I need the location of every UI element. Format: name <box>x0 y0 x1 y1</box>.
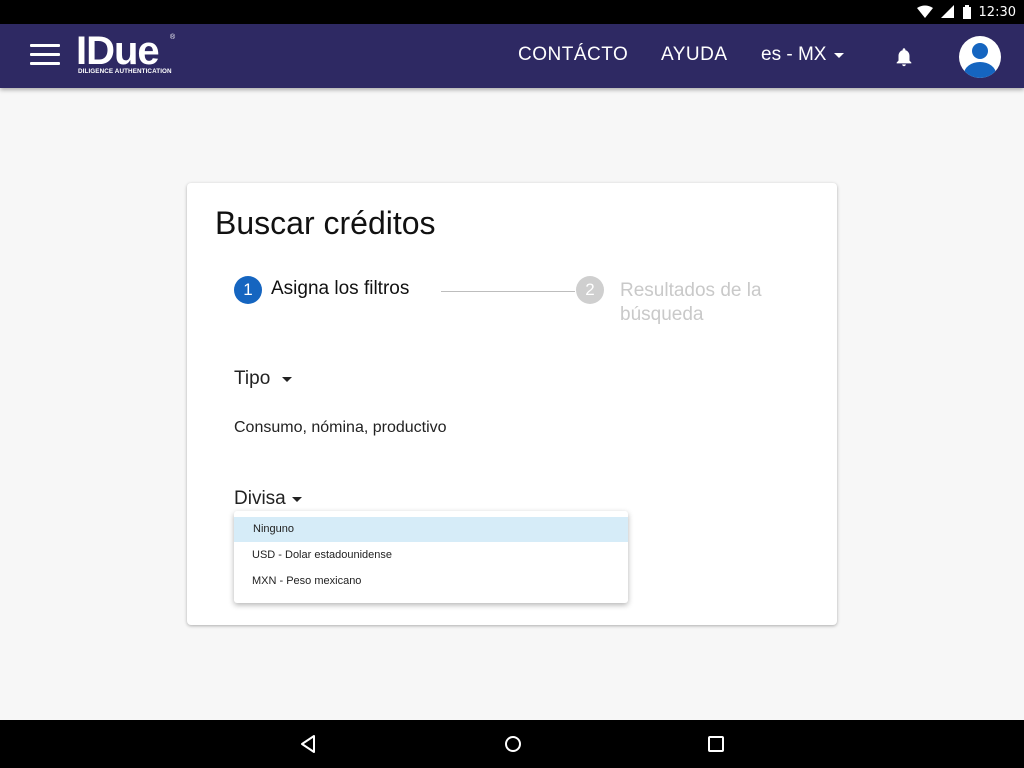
tipo-value: Consumo, nómina, productivo <box>234 419 447 436</box>
divisa-option-mxn[interactable]: MXN - Peso mexicano <box>234 569 628 594</box>
clock: 12:30 <box>978 4 1016 20</box>
recents-icon[interactable] <box>706 734 726 754</box>
logo-tagline: DILIGENCE AUTHENTICATION <box>78 68 172 75</box>
bell-icon[interactable] <box>893 46 915 68</box>
signal-icon <box>940 5 954 18</box>
status-bar: 12:30 <box>0 0 1024 24</box>
divisa-dropdown[interactable]: Divisa <box>234 488 302 510</box>
caret-down-icon <box>291 496 302 502</box>
battery-icon <box>962 5 971 19</box>
language-value: es - MX <box>761 44 827 65</box>
system-nav-bar <box>0 720 1024 768</box>
wifi-icon <box>916 5 933 18</box>
step-1-label: Asigna los filtros <box>271 278 410 299</box>
step-2-number: 2 <box>576 276 604 304</box>
caret-down-icon <box>282 376 293 382</box>
app-bar: IDue ® DILIGENCE AUTHENTICATION CONTÁCTO… <box>0 24 1024 88</box>
caret-down-icon <box>834 52 845 58</box>
avatar-icon[interactable] <box>959 36 1001 78</box>
status-icons: 12:30 <box>916 0 1016 24</box>
back-icon[interactable] <box>299 734 319 754</box>
step-1-number: 1 <box>234 276 262 304</box>
divisa-options-menu: Ninguno USD - Dolar estadounidense MXN -… <box>234 511 628 603</box>
logo-registered-mark: ® <box>170 34 176 41</box>
nav-contacto-link[interactable]: CONTÁCTO <box>518 44 628 66</box>
page-title: Buscar créditos <box>215 205 436 241</box>
stepper-connector <box>441 291 575 292</box>
step-2-label: Resultados de la búsqueda <box>620 280 762 325</box>
tipo-dropdown[interactable]: Tipo <box>234 368 293 390</box>
tipo-label: Tipo <box>234 368 271 389</box>
divisa-option-ninguno[interactable]: Ninguno <box>234 517 628 542</box>
divisa-label: Divisa <box>234 488 286 509</box>
logo[interactable]: IDue ® DILIGENCE AUTHENTICATION <box>76 31 186 80</box>
menu-icon[interactable] <box>30 44 60 68</box>
language-selector[interactable]: es - MX <box>761 44 845 66</box>
nav-ayuda-link[interactable]: AYUDA <box>661 44 728 66</box>
divisa-option-usd[interactable]: USD - Dolar estadounidense <box>234 543 628 568</box>
home-icon[interactable] <box>503 734 523 754</box>
